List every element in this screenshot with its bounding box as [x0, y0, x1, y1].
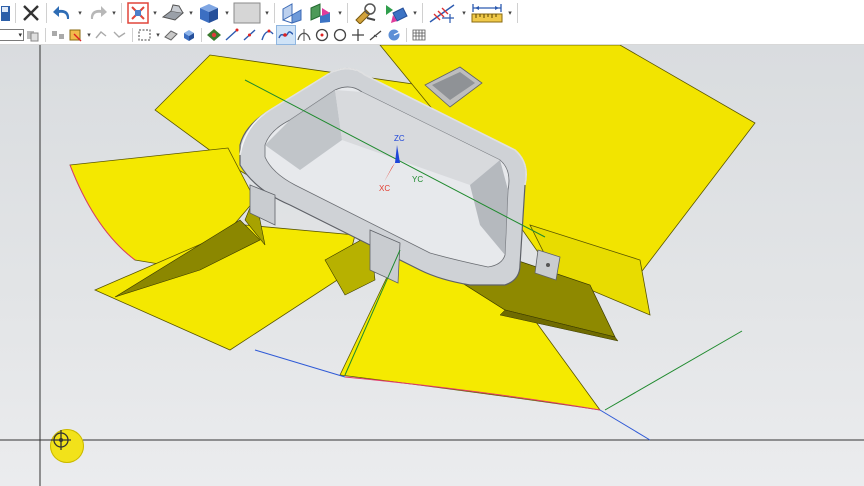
view-direction-icon[interactable]: [306, 1, 336, 25]
save-icon[interactable]: [0, 1, 12, 25]
fit-dropdown-icon[interactable]: ▾: [151, 1, 159, 25]
datum-axis-green-right: [604, 330, 743, 411]
snap-circle-icon[interactable]: [331, 26, 349, 44]
wcs-crosshair-icon[interactable]: [50, 429, 84, 463]
main-toolbar: ▾ ▾ ▾ ▾ ▾ ▾ ▾ ▾ ▾ ▾: [0, 0, 864, 26]
datum-axis-blue-right: [599, 409, 651, 441]
undo-icon[interactable]: [50, 1, 76, 25]
select-dropdown-icon[interactable]: ▾: [85, 27, 93, 43]
close-icon[interactable]: [19, 1, 43, 25]
snap-midpoint-icon[interactable]: [205, 26, 223, 44]
snap-line-icon[interactable]: [111, 26, 129, 44]
snap-arc-icon[interactable]: [259, 26, 277, 44]
bracket-hole: [546, 263, 550, 267]
redo-icon[interactable]: [84, 1, 110, 25]
shade-dropdown-icon[interactable]: ▾: [187, 1, 195, 25]
snap-center-icon[interactable]: [313, 26, 331, 44]
toolbar-separator: [201, 28, 202, 42]
snap-endpoint-icon[interactable]: [93, 26, 111, 44]
filter-dropdown-icon[interactable]: ▾: [0, 29, 24, 41]
selection-toolbar: ▾ ▾ ▾: [0, 25, 864, 45]
toolbar-separator: [121, 3, 122, 23]
csys-zc-label: ZC: [394, 134, 405, 143]
filter-icon[interactable]: [24, 26, 42, 44]
snap-tools-icon[interactable]: [351, 1, 381, 25]
undo-dropdown-icon[interactable]: ▾: [76, 1, 84, 25]
csys-yc-label: YC: [412, 175, 423, 184]
toolbar-separator: [422, 3, 423, 23]
measure-dropdown-icon[interactable]: ▾: [506, 1, 514, 25]
select-all-icon[interactable]: [49, 26, 67, 44]
snap-face-point-icon[interactable]: [385, 26, 403, 44]
cube-dropdown-icon[interactable]: ▾: [223, 1, 231, 25]
fit-view-icon[interactable]: [125, 1, 151, 25]
datum-axis-blue-left: [254, 349, 346, 378]
snap-crosshair-icon[interactable]: [349, 26, 367, 44]
graphics-viewport[interactable]: ZC XC YC: [0, 45, 864, 486]
analysis-icon[interactable]: [426, 1, 460, 25]
background-dropdown-icon[interactable]: ▾: [263, 1, 271, 25]
toolbar-separator: [274, 3, 275, 23]
body-select-icon[interactable]: [180, 26, 198, 44]
toolbar-separator: [406, 28, 407, 42]
toolbar-separator: [347, 3, 348, 23]
snap-intersection-icon[interactable]: [241, 26, 259, 44]
snap-point-icon[interactable]: [276, 25, 296, 45]
measure-icon[interactable]: [468, 1, 506, 25]
model-scene: ZC XC YC: [0, 45, 864, 486]
toolbar-separator: [46, 3, 47, 23]
snap-quadrant-icon[interactable]: [295, 26, 313, 44]
redo-dropdown-icon[interactable]: ▾: [110, 1, 118, 25]
face-select-icon[interactable]: [162, 26, 180, 44]
analysis-dropdown-icon[interactable]: ▾: [460, 1, 468, 25]
csys-xc-label: XC: [379, 184, 390, 193]
view-dropdown-icon[interactable]: ▾: [336, 1, 344, 25]
snap-tangent-icon[interactable]: [367, 26, 385, 44]
toolbar-separator: [517, 3, 518, 23]
move-dropdown-icon[interactable]: ▾: [411, 1, 419, 25]
box-select-icon[interactable]: [136, 26, 154, 44]
toolbar-separator: [45, 28, 46, 42]
snap-curve-icon[interactable]: [223, 26, 241, 44]
solid-cube-icon[interactable]: [195, 1, 223, 25]
background-view-icon[interactable]: [231, 1, 263, 25]
orient-view-icon[interactable]: [278, 1, 306, 25]
general-select-icon[interactable]: [67, 26, 85, 44]
toolbar-separator: [15, 3, 16, 23]
box-dropdown-icon[interactable]: ▾: [154, 27, 162, 43]
grid-icon[interactable]: [410, 26, 428, 44]
toolbar-separator: [132, 28, 133, 42]
move-object-icon[interactable]: [381, 1, 411, 25]
shade-mode-icon[interactable]: [159, 1, 187, 25]
